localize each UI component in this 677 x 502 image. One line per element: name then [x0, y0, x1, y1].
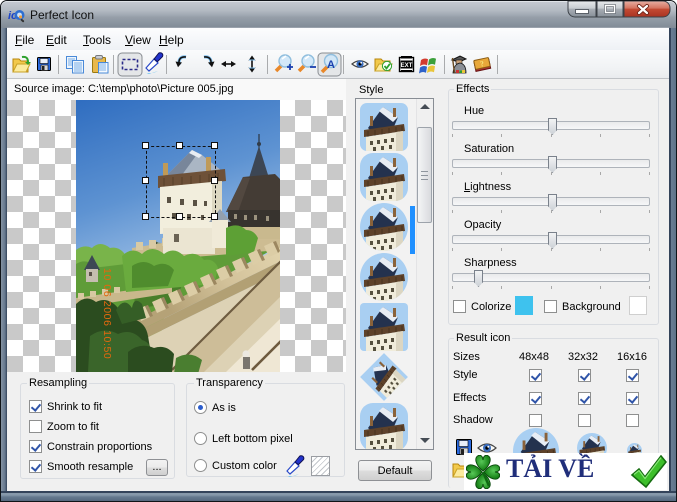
svg-text:A: A — [327, 59, 335, 71]
svg-text:EXT: EXT — [401, 63, 413, 69]
svg-text:10 06 2006 10:50: 10 06 2006 10:50 — [101, 268, 113, 359]
